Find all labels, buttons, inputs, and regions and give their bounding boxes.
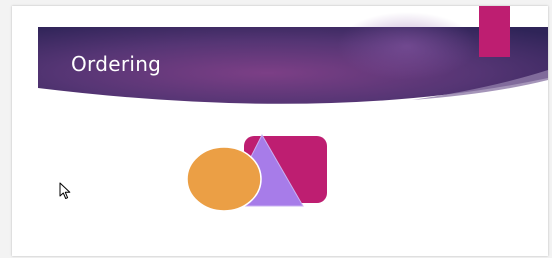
editor-canvas: Ordering: [0, 0, 552, 258]
shapes-group: [186, 133, 327, 212]
slide[interactable]: Ordering: [12, 6, 548, 256]
mouse-pointer-icon: [59, 182, 71, 199]
ellipse-shape[interactable]: [186, 146, 262, 212]
